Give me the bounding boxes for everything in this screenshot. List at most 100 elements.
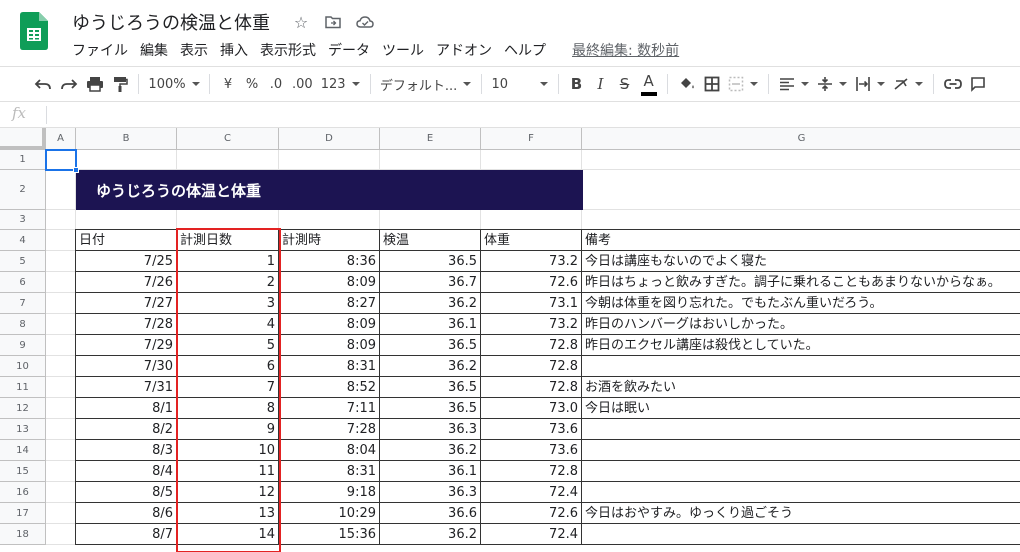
paint-format-icon[interactable] — [108, 70, 132, 98]
table-cell-temperature[interactable]: 36.7 — [380, 272, 481, 293]
table-cell-note[interactable]: お酒を飲みたい — [582, 377, 1020, 398]
row-header-18[interactable]: 18 — [0, 524, 46, 545]
row-header-1[interactable]: 1 — [0, 150, 46, 170]
table-cell-weight[interactable]: 72.8 — [481, 461, 582, 482]
table-cell-day-count[interactable]: 3 — [177, 293, 279, 314]
grid-cell[interactable] — [46, 272, 76, 293]
table-cell-note[interactable] — [582, 356, 1020, 377]
table-cell-temperature[interactable]: 36.1 — [380, 314, 481, 335]
table-cell-time[interactable]: 8:27 — [279, 293, 380, 314]
decrease-decimal-button[interactable]: .0 — [264, 70, 288, 98]
table-cell-note[interactable]: 昨日のエクセル講座は殺伐としていた。 — [582, 335, 1020, 356]
insert-link-icon[interactable] — [940, 70, 966, 98]
table-cell-temperature[interactable]: 36.1 — [380, 461, 481, 482]
grid-cell[interactable] — [46, 251, 76, 272]
table-cell-note[interactable]: 今朝は体重を図り忘れた。でもたぶん重いだろう。 — [582, 293, 1020, 314]
table-cell-note[interactable]: 昨日はちょっと飲みすぎた。調子に乗れることもあまりないからなぁ。 — [582, 272, 1020, 293]
header-time[interactable]: 計測時 — [279, 230, 380, 251]
row-header-12[interactable]: 12 — [0, 398, 46, 419]
grid-cell[interactable] — [46, 482, 76, 503]
row-header-16[interactable]: 16 — [0, 482, 46, 503]
grid-cell[interactable] — [279, 150, 380, 170]
table-cell-time[interactable]: 8:52 — [279, 377, 380, 398]
last-edit-link[interactable]: 最終編集: 数秒前 — [566, 38, 685, 62]
table-cell-day-count[interactable]: 9 — [177, 419, 279, 440]
table-cell-date[interactable]: 7/27 — [76, 293, 177, 314]
table-cell-date[interactable]: 7/26 — [76, 272, 177, 293]
grid-cell[interactable] — [46, 503, 76, 524]
grid-cell[interactable] — [481, 150, 582, 170]
spreadsheet-grid[interactable]: A B C D E F G 1 2 3 4 5 6 7 8 9 10 11 12 13 14 15 16 17 18 ゆうじろうの… — [0, 128, 1020, 552]
grid-cell[interactable] — [46, 293, 76, 314]
table-cell-date[interactable]: 8/6 — [76, 503, 177, 524]
table-cell-date[interactable]: 7/25 — [76, 251, 177, 272]
row-header-17[interactable]: 17 — [0, 503, 46, 524]
sheets-logo-icon[interactable] — [20, 12, 48, 50]
menu-edit[interactable]: 編集 — [134, 38, 174, 62]
table-cell-day-count[interactable]: 2 — [177, 272, 279, 293]
table-cell-date[interactable]: 8/5 — [76, 482, 177, 503]
table-cell-weight[interactable]: 73.0 — [481, 398, 582, 419]
column-header-e[interactable]: E — [380, 128, 481, 150]
table-cell-time[interactable]: 8:09 — [279, 314, 380, 335]
grid-cell[interactable] — [46, 377, 76, 398]
grid-cell[interactable] — [481, 210, 582, 230]
grid-cell[interactable] — [46, 524, 76, 545]
select-all-corner[interactable] — [0, 128, 46, 150]
grid-cell[interactable] — [46, 210, 76, 230]
menu-format[interactable]: 表示形式 — [254, 38, 322, 62]
table-cell-time[interactable]: 8:09 — [279, 335, 380, 356]
table-cell-temperature[interactable]: 36.2 — [380, 440, 481, 461]
table-cell-date[interactable]: 7/31 — [76, 377, 177, 398]
column-header-c[interactable]: C — [177, 128, 279, 150]
table-cell-day-count[interactable]: 5 — [177, 335, 279, 356]
row-header-15[interactable]: 15 — [0, 461, 46, 482]
row-header-6[interactable]: 6 — [0, 272, 46, 293]
table-cell-time[interactable]: 9:18 — [279, 482, 380, 503]
italic-button[interactable]: I — [589, 70, 613, 98]
grid-cell[interactable] — [46, 419, 76, 440]
currency-format-button[interactable]: ¥ — [216, 70, 240, 98]
grid-cell[interactable] — [177, 210, 279, 230]
table-cell-note[interactable]: 今日は眠い — [582, 398, 1020, 419]
table-cell-day-count[interactable]: 14 — [177, 524, 279, 545]
merge-cells-icon[interactable] — [724, 70, 762, 98]
table-cell-temperature[interactable]: 36.2 — [380, 293, 481, 314]
table-cell-note[interactable] — [582, 419, 1020, 440]
header-date[interactable]: 日付 — [76, 230, 177, 251]
row-header-7[interactable]: 7 — [0, 293, 46, 314]
table-cell-note[interactable] — [582, 524, 1020, 545]
table-cell-weight[interactable]: 72.4 — [481, 482, 582, 503]
table-cell-date[interactable]: 8/1 — [76, 398, 177, 419]
insert-comment-icon[interactable] — [966, 70, 990, 98]
table-cell-weight[interactable]: 73.2 — [481, 251, 582, 272]
table-cell-time[interactable]: 7:28 — [279, 419, 380, 440]
row-header-11[interactable]: 11 — [0, 377, 46, 398]
row-header-4[interactable]: 4 — [0, 230, 46, 251]
undo-icon[interactable] — [30, 70, 56, 98]
grid-cell[interactable] — [76, 150, 177, 170]
table-cell-temperature[interactable]: 36.3 — [380, 419, 481, 440]
table-cell-weight[interactable]: 72.4 — [481, 524, 582, 545]
table-cell-weight[interactable]: 73.1 — [481, 293, 582, 314]
row-header-9[interactable]: 9 — [0, 335, 46, 356]
table-cell-time[interactable]: 8:36 — [279, 251, 380, 272]
row-header-13[interactable]: 13 — [0, 419, 46, 440]
table-cell-weight[interactable]: 73.2 — [481, 314, 582, 335]
strikethrough-button[interactable]: S — [613, 70, 637, 98]
text-color-button[interactable]: A — [640, 72, 657, 96]
table-cell-time[interactable]: 8:31 — [279, 356, 380, 377]
table-cell-note[interactable] — [582, 482, 1020, 503]
grid-cell[interactable] — [177, 150, 279, 170]
borders-icon[interactable] — [700, 70, 724, 98]
table-cell-weight[interactable]: 72.6 — [481, 272, 582, 293]
table-cell-day-count[interactable]: 12 — [177, 482, 279, 503]
column-header-g[interactable]: G — [582, 128, 1020, 150]
table-cell-day-count[interactable]: 8 — [177, 398, 279, 419]
grid-cell[interactable] — [46, 356, 76, 377]
table-cell-date[interactable]: 8/7 — [76, 524, 177, 545]
table-cell-time[interactable]: 8:04 — [279, 440, 380, 461]
table-cell-date[interactable]: 8/2 — [76, 419, 177, 440]
table-cell-temperature[interactable]: 36.3 — [380, 482, 481, 503]
table-cell-day-count[interactable]: 4 — [177, 314, 279, 335]
